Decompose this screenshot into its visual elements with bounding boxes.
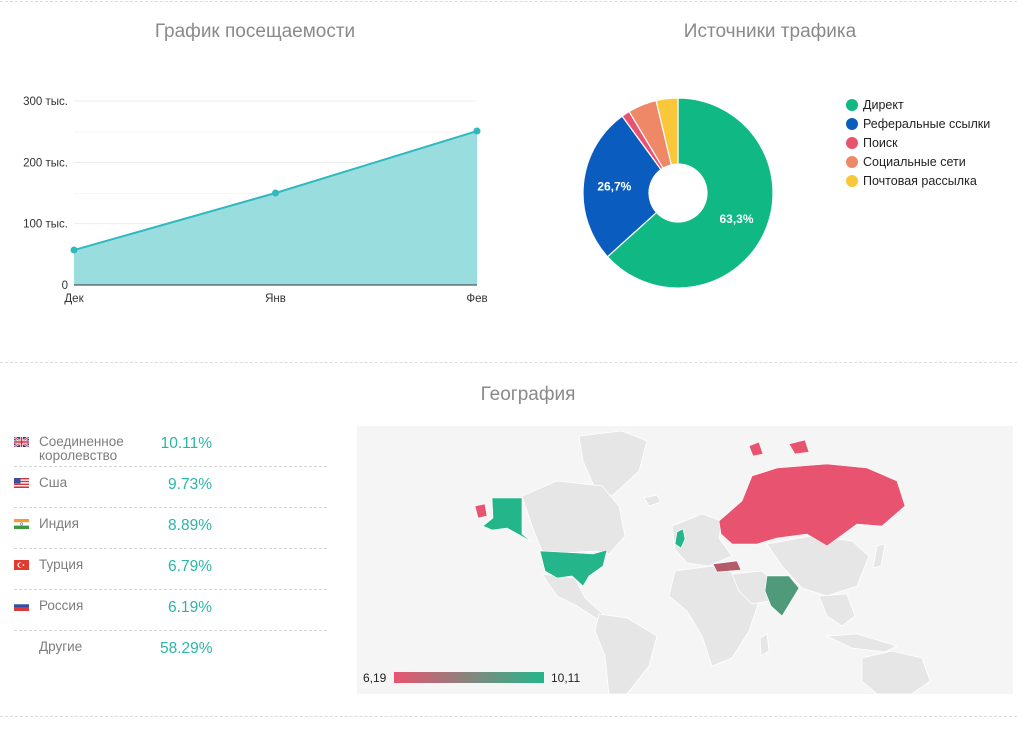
y-tick-label: 300 тыс. (23, 96, 68, 108)
geography-country-list: Соединенное королевство 10.11% Сша 9.73%… (14, 426, 327, 672)
legend-swatch (846, 117, 858, 130)
y-tick-label: 200 тыс. (23, 157, 68, 169)
attendance-area-chart: 0 100 тыс. 200 тыс. 300 тыс. Дек Янв Фев (23, 96, 488, 305)
legend-label: Социальные сети (863, 154, 966, 169)
country-name: Россия (39, 598, 84, 613)
country-percent: 6.19% (168, 599, 212, 616)
y-tick-label: 0 (62, 280, 68, 292)
pie-data-label: 63,3% (719, 212, 753, 226)
data-point[interactable] (272, 189, 279, 197)
map-region-india (764, 575, 800, 617)
world-map-svg (474, 430, 931, 694)
map-region-madagascar (759, 633, 770, 657)
map-region-russia-islands (788, 439, 810, 455)
traffic-chart-title: Источники трафика (683, 21, 857, 42)
map-region-japan (872, 543, 886, 569)
map-scale-min-label: 6,19 (363, 671, 387, 685)
map-region-southeast-asia (818, 593, 856, 627)
map-region-iceland (643, 494, 662, 507)
map-scale-max-label: 10,11 (551, 671, 581, 685)
geography-title: География (480, 384, 576, 405)
map-region-south-america (594, 613, 658, 694)
legend-swatch (846, 155, 858, 168)
country-percent: 9.73% (168, 476, 212, 493)
country-percent: 8.89% (168, 517, 212, 534)
legend-label: Поиск (863, 135, 898, 150)
pie-data-label: 26,7% (597, 179, 631, 193)
country-name: Сша (39, 475, 68, 490)
section-divider-bottom (0, 716, 1017, 717)
data-point[interactable] (473, 127, 481, 135)
map-region-indonesia (825, 633, 899, 653)
country-percent: 58.29% (160, 640, 213, 657)
list-item: Россия 6.19% (14, 590, 327, 631)
legend-item[interactable]: Почтовая рассылка (846, 171, 990, 190)
map-region-alaska-tip (474, 503, 488, 519)
list-item: Сша 9.73% (14, 467, 327, 508)
list-item: Другие 58.29% (14, 631, 327, 672)
list-item: Индия 8.89% (14, 508, 327, 549)
map-region-australia (861, 650, 931, 694)
traffic-legend: Директ Реферальные ссылки Поиск Социальные … (846, 95, 990, 190)
country-name: Индия (39, 516, 79, 531)
russia-flag-icon (14, 601, 29, 611)
country-percent: 10.11% (160, 435, 212, 452)
map-region-russia (718, 463, 906, 547)
country-name: Другие (39, 639, 83, 654)
map-region-central-america (541, 573, 604, 620)
legend-label: Директ (863, 97, 904, 112)
map-color-scale-bar (394, 672, 544, 683)
legend-swatch (846, 136, 858, 149)
legend-item[interactable]: Социальные сети (846, 152, 990, 171)
us-flag-icon (14, 478, 29, 488)
legend-item[interactable]: Реферальные ссылки (846, 114, 990, 133)
legend-swatch (846, 98, 858, 111)
legend-item[interactable]: Поиск (846, 133, 990, 152)
section-divider-middle (0, 362, 1017, 363)
legend-item[interactable]: Директ (846, 95, 990, 114)
x-tick-label: Фев (466, 293, 487, 305)
x-tick-label: Янв (265, 293, 286, 305)
x-tick-label: Дек (64, 293, 84, 305)
country-name: Соединенное королевство (39, 434, 124, 463)
traffic-donut-chart: 63,3% 26,7% (582, 97, 774, 289)
map-region-russia-north (748, 441, 764, 457)
turkey-flag-icon (14, 560, 29, 570)
country-percent: 6.79% (168, 558, 212, 575)
uk-flag-icon (14, 437, 29, 447)
legend-label: Почтовая рассылка (863, 173, 977, 188)
data-point[interactable] (70, 246, 78, 254)
y-tick-label: 100 тыс. (23, 219, 68, 231)
list-item: Турция 6.79% (14, 549, 327, 590)
area-fill (74, 131, 477, 285)
legend-label: Реферальные ссылки (863, 116, 991, 131)
legend-swatch (846, 174, 858, 187)
country-name: Турция (39, 557, 84, 572)
world-map[interactable]: 6,19 10,11 (357, 426, 1013, 694)
list-item: Соединенное королевство 10.11% (14, 426, 327, 467)
india-flag-icon (14, 519, 29, 529)
